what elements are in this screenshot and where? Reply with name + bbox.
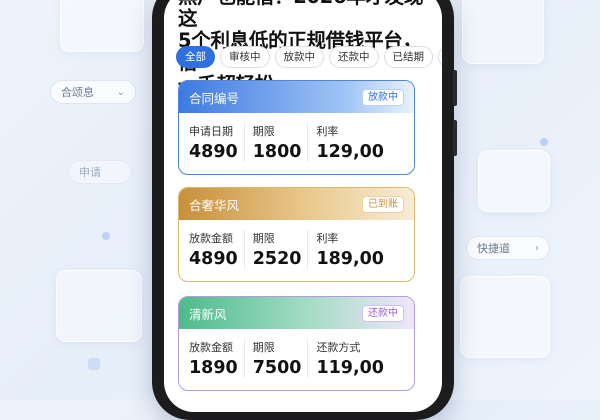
phone-side-button [453,70,457,106]
loan-card-header: 合奢华风 已到账 [179,188,414,220]
loan-field-label: 期限 [252,341,275,354]
phone-side-button [453,120,457,156]
loan-card[interactable]: 合奢华风 已到账 放款金额 4890 期限 2520 利率 189,00 [178,187,415,282]
loan-field-label: 还款方式 [316,341,361,354]
background-dropdown: 快捷道 › [466,236,550,260]
loan-card-name: 合奢华风 [189,197,240,213]
background-pill-label: 申请 [79,166,101,179]
loan-field-label: 申请日期 [189,125,233,138]
loan-field: 申请日期 4890 [189,123,244,162]
background-dot [102,232,110,240]
status-tab-bar: 全部 审核中 放款中 还款中 已结期 已 [176,46,442,68]
background-dropdown-label: 合颂息 [61,86,94,99]
loan-field: 期限 2520 [243,230,308,269]
loan-field-value: 4890 [189,142,238,162]
loan-card-fields: 申请日期 4890 期限 1800 利率 129,00 [179,113,414,162]
loan-field: 还款方式 119,00 [307,339,390,378]
phone-mockup: 黑户也能借！2026年才发现这 5个利息低的正规借钱平台，借 一千超轻松 全部 … [152,0,457,420]
background-panel [462,0,544,64]
status-badge: 放款中 [362,88,404,106]
loan-card[interactable]: 合同编号 放款中 申请日期 4890 期限 1800 利率 129,00 [178,80,415,175]
tab-all[interactable]: 全部 [176,46,215,68]
background-dot [88,358,100,370]
loan-card-header: 合同编号 放款中 [179,81,414,113]
background-panel [60,0,144,52]
background-quick-channel-label: 快捷道 [477,242,510,255]
chevron-right-icon: › [535,242,539,254]
loan-field-label: 期限 [252,232,275,245]
loan-field-label: 放款金额 [189,341,233,354]
loan-field: 利率 189,00 [307,230,390,269]
tab-under-review[interactable]: 审核中 [220,46,270,68]
tab-more[interactable]: 已 [438,46,442,68]
loan-card-name: 合同编号 [189,90,240,106]
background-panel [478,150,550,212]
loan-field-value: 7500 [252,358,302,378]
status-badge: 还款中 [362,304,404,322]
background-dot [540,138,548,146]
loan-field: 期限 1800 [243,123,308,162]
loan-field-value: 129,00 [316,142,384,162]
loan-card[interactable]: 清新风 还款中 放款金额 1890 期限 7500 还款方式 119,00 [178,296,415,391]
loan-field-value: 189,00 [316,249,384,269]
tab-disbursing[interactable]: 放款中 [274,46,324,68]
background-pill: 申请 [68,160,132,184]
loan-card-header: 清新风 还款中 [179,297,414,329]
loan-field-label: 利率 [316,125,339,138]
chevron-down-icon: ⌄ [116,86,125,98]
loan-field: 利率 129,00 [307,123,390,162]
loan-field-label: 期限 [252,125,275,138]
loan-field: 放款金额 1890 [189,339,244,378]
loan-field-value: 4890 [189,249,238,269]
loan-field-label: 放款金额 [189,232,233,245]
loan-card-fields: 放款金额 1890 期限 7500 还款方式 119,00 [179,329,414,378]
background-panel [460,276,550,358]
tab-settled[interactable]: 已结期 [383,46,433,68]
loan-field-value: 1890 [189,358,238,378]
background-panel [56,270,142,342]
loan-field-value: 1800 [252,142,302,162]
tab-repaying[interactable]: 还款中 [329,46,379,68]
loan-field-label: 利率 [316,232,339,245]
loan-field-value: 119,00 [316,358,384,378]
loan-card-name: 清新风 [189,306,227,322]
loan-field: 放款金额 4890 [189,230,244,269]
background-dropdown: 合颂息 ⌄ [50,80,136,104]
phone-screen: 黑户也能借！2026年才发现这 5个利息低的正规借钱平台，借 一千超轻松 全部 … [164,0,442,412]
loan-field: 期限 7500 [243,339,308,378]
status-badge: 已到账 [362,195,404,213]
loan-field-value: 2520 [252,249,302,269]
loan-card-fields: 放款金额 4890 期限 2520 利率 189,00 [179,220,414,269]
